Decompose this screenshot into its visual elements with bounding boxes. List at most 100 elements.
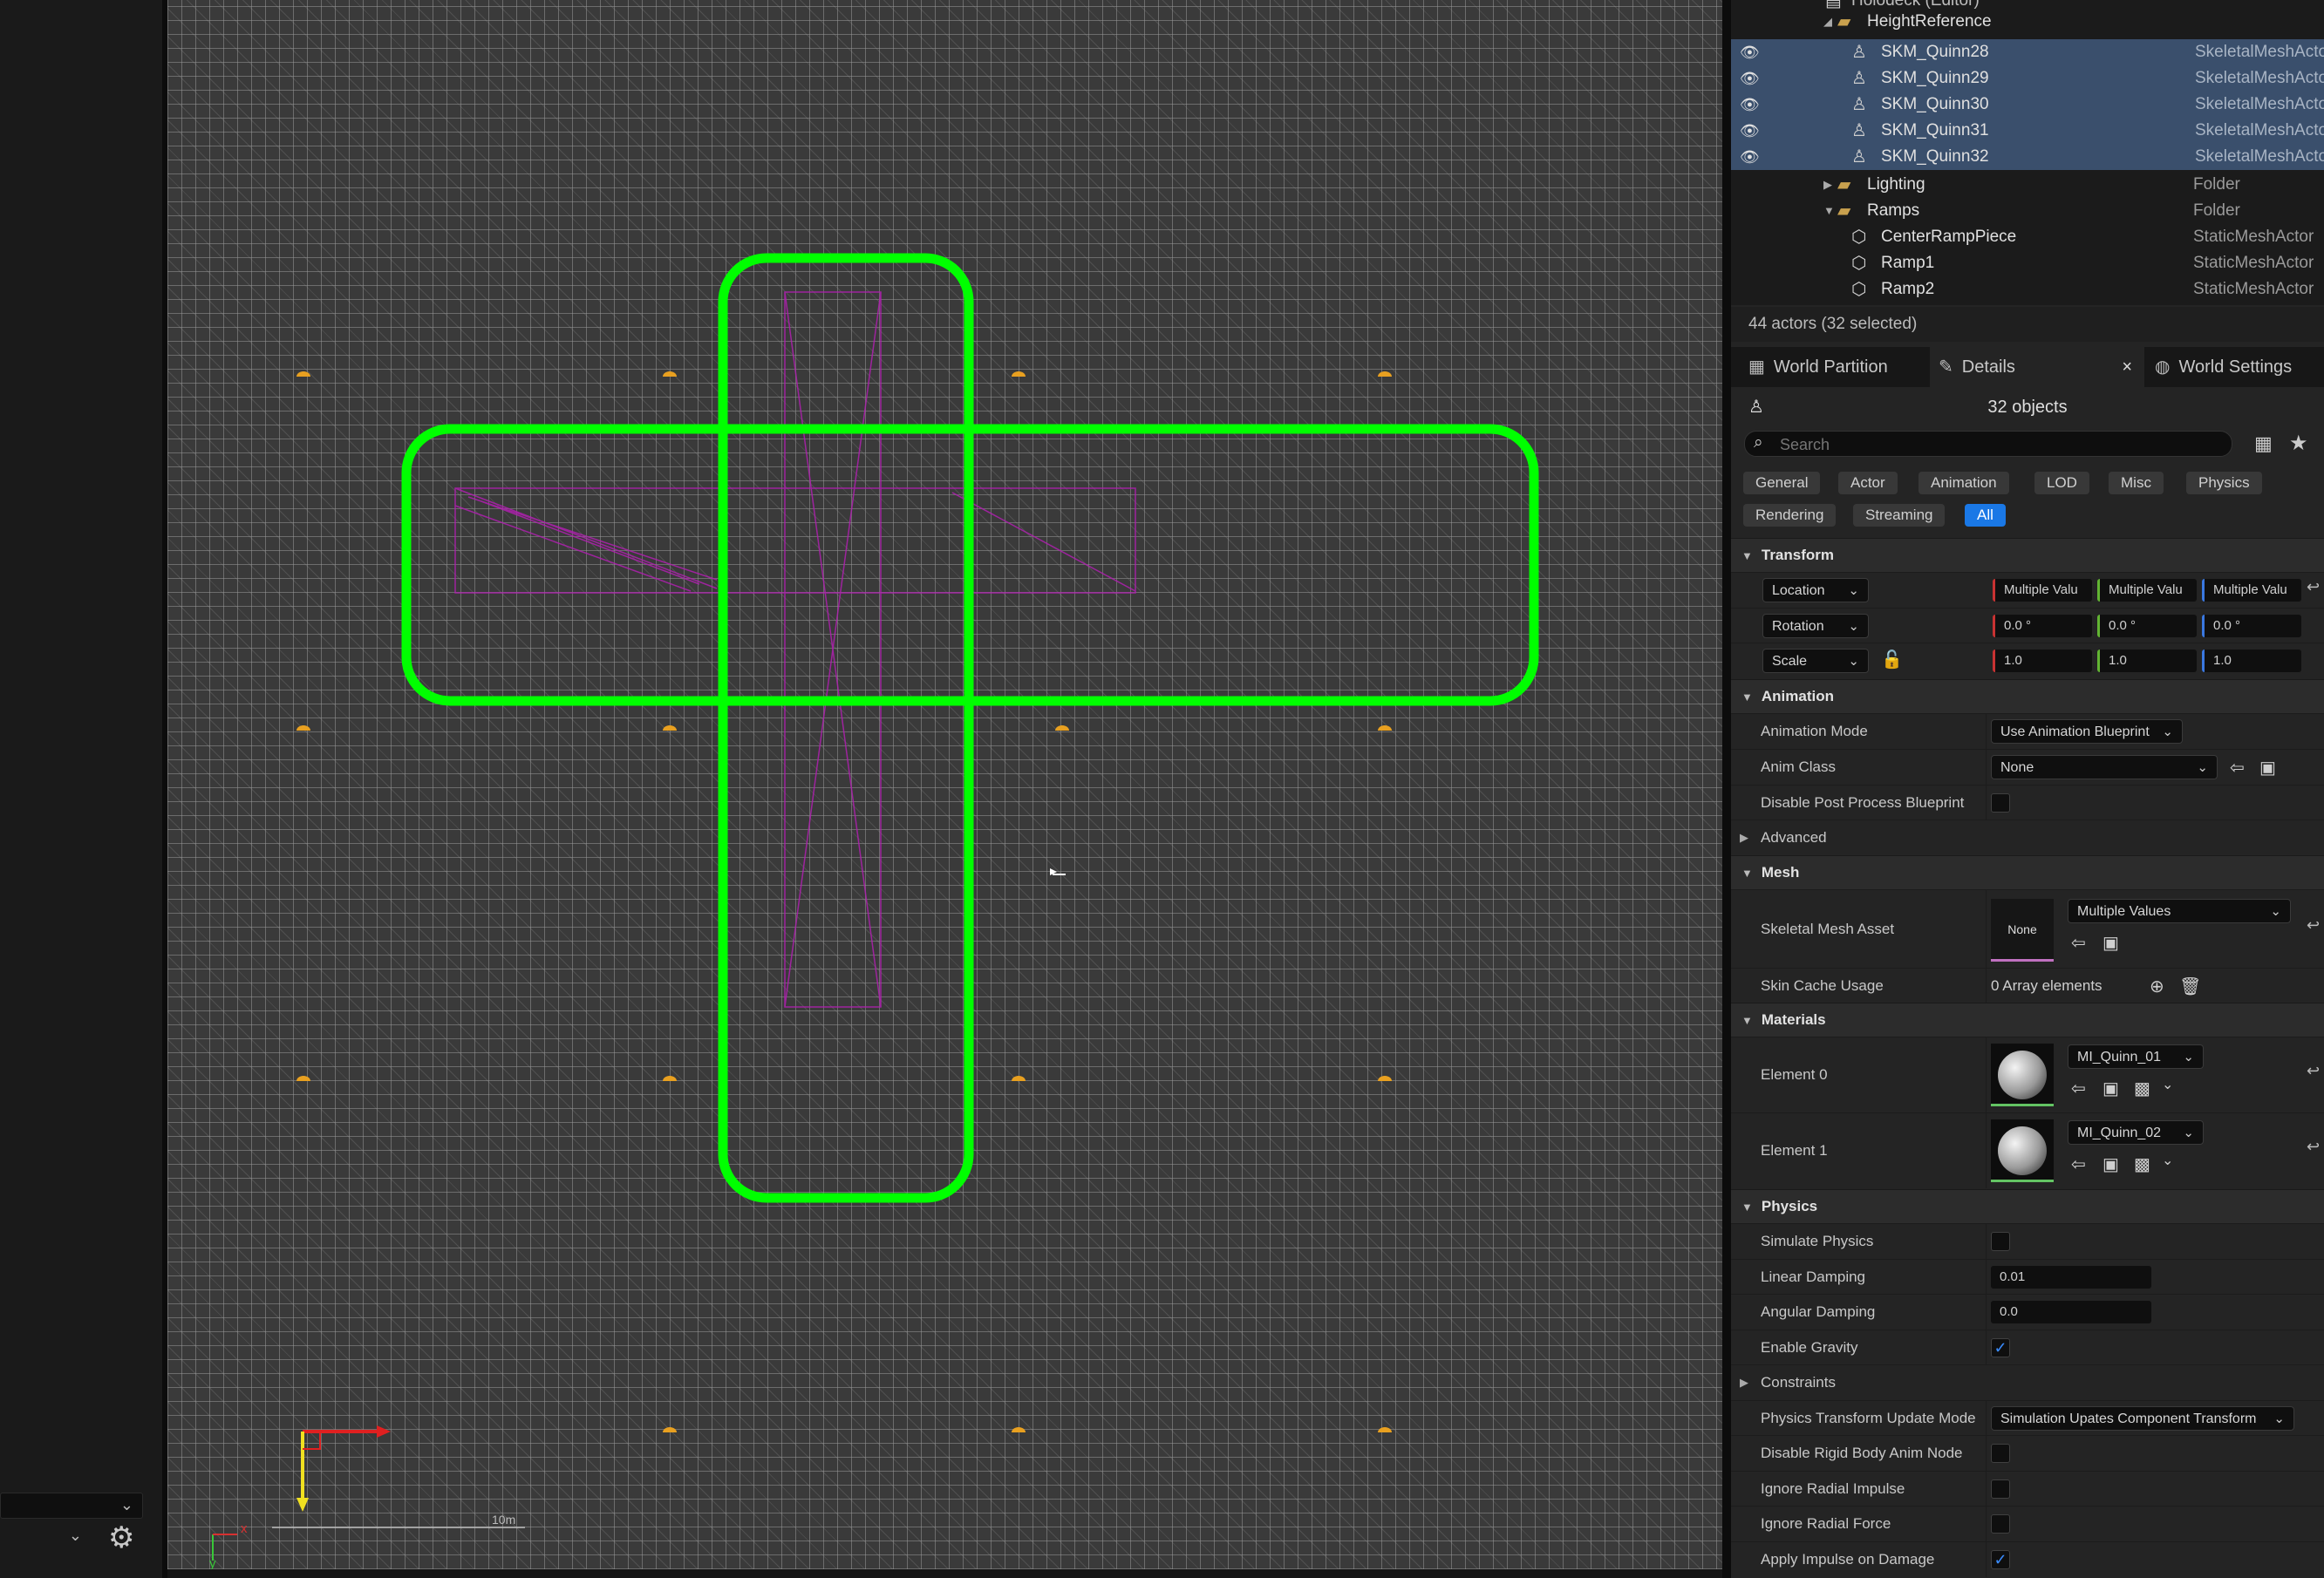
filter-general[interactable]: General (1743, 472, 1821, 494)
actor-marker[interactable] (663, 725, 677, 731)
outliner-row-actor[interactable]: 👁 ♙ SKM_Quinn28 SkeletalMeshActor (1731, 39, 2324, 65)
tab-world-partition[interactable]: ▦ World Partition (1740, 347, 1923, 387)
outliner-row-folder[interactable]: ▼ ▰ Ramps Folder (1731, 198, 2324, 224)
outliner-row-folder[interactable]: ◢ ▰ HeightReference (1731, 9, 2324, 35)
tab-details[interactable]: ✎ Details × (1930, 347, 2144, 387)
actor-marker[interactable] (296, 725, 310, 731)
reset-arrow-icon[interactable]: ↩ (2307, 1062, 2320, 1080)
eye-icon[interactable]: 👁 (1740, 65, 1760, 92)
location-x-field[interactable]: Multiple Valu (1993, 579, 2092, 602)
trash-icon[interactable]: 🗑 (2179, 976, 2201, 997)
filter-all[interactable]: All (1965, 504, 2006, 527)
eye-icon[interactable]: 👁 (1740, 118, 1760, 144)
rotation-z-field[interactable]: 0.0 ° (2202, 615, 2301, 637)
property-matrix-icon[interactable]: ▦ (2254, 432, 2273, 455)
expand-arrow-icon[interactable]: ▶ (1823, 172, 1832, 198)
actor-marker[interactable] (1378, 725, 1392, 731)
section-materials[interactable]: ▼ Materials (1731, 1003, 2324, 1037)
enable-gravity-checkbox[interactable]: ✓ (1991, 1338, 2010, 1357)
use-selected-icon[interactable]: ⇦ (2071, 1153, 2086, 1175)
eye-icon[interactable]: 👁 (1740, 39, 1760, 65)
use-selected-icon[interactable]: ⇦ (2071, 1078, 2086, 1099)
reset-arrow-icon[interactable]: ↩ (2307, 578, 2320, 596)
scale-y-field[interactable]: 1.0 (2097, 650, 2197, 672)
rotation-mode-dropdown[interactable]: Rotation ⌄ (1762, 614, 1869, 638)
outliner-row-actor[interactable]: 👁 ♙ SKM_Quinn29 SkeletalMeshActor (1731, 65, 2324, 92)
outliner-row-actor[interactable]: 👁 ♙ SKM_Quinn30 SkeletalMeshActor (1731, 92, 2324, 118)
location-z-field[interactable]: Multiple Valu (2202, 579, 2301, 602)
use-selected-icon[interactable]: ⇦ (2230, 757, 2245, 779)
outliner-row-actor[interactable]: ⬡ Ramp2 StaticMeshActor (1731, 276, 2324, 303)
search-input[interactable] (1778, 434, 2218, 455)
actor-marker[interactable] (1055, 725, 1069, 731)
actor-marker[interactable] (663, 1076, 677, 1081)
ignore-radial-force-checkbox[interactable] (1991, 1514, 2010, 1534)
location-y-field[interactable]: Multiple Valu (2097, 579, 2197, 602)
eye-icon[interactable]: 👁 (1740, 144, 1760, 170)
section-animation[interactable]: ▼ Animation (1731, 679, 2324, 713)
chevron-down-icon[interactable]: ⌄ (2162, 1076, 2173, 1093)
filter-streaming[interactable]: Streaming (1853, 504, 1946, 527)
collapse-arrow-icon[interactable]: ◢ (1823, 9, 1832, 35)
section-mesh[interactable]: ▼ Mesh (1731, 855, 2324, 889)
left-dropdown-2[interactable]: ⌄ (0, 1524, 91, 1550)
actor-marker[interactable] (1378, 1427, 1392, 1432)
actor-marker[interactable] (296, 371, 310, 377)
outliner-row-actor[interactable]: 👁 ♙ SKM_Quinn31 SkeletalMeshActor (1731, 118, 2324, 144)
actor-marker[interactable] (663, 371, 677, 377)
apply-impulse-checkbox[interactable]: ✓ (1991, 1550, 2010, 1569)
disable-rigid-body-checkbox[interactable] (1991, 1444, 2010, 1463)
browse-icon[interactable]: ▣ (2259, 757, 2276, 779)
angular-damping-field[interactable]: 0.0 (1991, 1301, 2151, 1323)
outliner-row-actor[interactable]: 👁 ♙ SKM_Quinn32 SkeletalMeshActor (1731, 144, 2324, 170)
property-constraints[interactable]: ▶ Constraints (1731, 1364, 2324, 1400)
mesh-thumbnail[interactable]: None (1991, 899, 2054, 962)
panel-splitter[interactable] (1722, 0, 1731, 1578)
animation-mode-dropdown[interactable]: Use Animation Blueprint ⌄ (1991, 719, 2183, 744)
transform-gizmo[interactable] (296, 1425, 391, 1512)
actor-marker[interactable] (1378, 1076, 1392, 1081)
disable-pp-checkbox[interactable] (1991, 793, 2010, 813)
texture-icon[interactable]: ▩ (2134, 1078, 2150, 1099)
browse-icon[interactable]: ▣ (2103, 1153, 2119, 1175)
star-icon[interactable]: ★ (2289, 431, 2308, 456)
scale-mode-dropdown[interactable]: Scale ⌄ (1762, 649, 1869, 673)
ignore-radial-impulse-checkbox[interactable] (1991, 1479, 2010, 1499)
section-transform[interactable]: ▼ Transform (1731, 538, 2324, 572)
actor-marker[interactable] (1012, 1076, 1026, 1081)
browse-icon[interactable]: ▣ (2103, 932, 2119, 954)
use-selected-icon[interactable]: ⇦ (2071, 932, 2086, 954)
actor-marker[interactable] (1012, 371, 1026, 377)
actor-marker[interactable] (1012, 1427, 1026, 1432)
left-dropdown-1[interactable]: ⌄ (0, 1493, 143, 1519)
material-thumbnail[interactable] (1991, 1044, 2054, 1106)
details-search[interactable]: ⌕ (1744, 431, 2232, 457)
mesh-asset-dropdown[interactable]: Multiple Values ⌄ (2068, 899, 2291, 923)
add-element-icon[interactable]: ⊕ (2150, 976, 2164, 997)
chevron-down-icon[interactable]: ⌄ (2162, 1152, 2173, 1169)
actor-marker[interactable] (663, 1427, 677, 1432)
lock-icon[interactable]: 🔓 (1881, 649, 1903, 670)
close-icon[interactable]: × (2122, 347, 2132, 387)
scale-z-field[interactable]: 1.0 (2202, 650, 2301, 672)
browse-icon[interactable]: ▣ (2103, 1078, 2119, 1099)
eye-icon[interactable]: 👁 (1740, 92, 1760, 118)
simulate-physics-checkbox[interactable] (1991, 1232, 2010, 1251)
gear-icon[interactable]: ⚙ (108, 1520, 134, 1555)
outliner-row-folder[interactable]: ▶ ▰ Lighting Folder (1731, 172, 2324, 198)
tab-world-settings[interactable]: ◍ World Settings (2146, 347, 2324, 387)
actor-marker[interactable] (1378, 371, 1392, 377)
outliner-row-actor[interactable]: ⬡ Ramp1 StaticMeshActor (1731, 250, 2324, 276)
material-0-dropdown[interactable]: MI_Quinn_01 ⌄ (2068, 1044, 2204, 1069)
level-viewport[interactable]: 10m x y (167, 0, 1722, 1569)
filter-animation[interactable]: Animation (1918, 472, 2009, 494)
filter-misc[interactable]: Misc (2109, 472, 2164, 494)
linear-damping-field[interactable]: 0.01 (1991, 1266, 2151, 1289)
filter-lod[interactable]: LOD (2034, 472, 2089, 494)
transform-update-dropdown[interactable]: Simulation Upates Component Transform ⌄ (1991, 1406, 2294, 1431)
property-advanced[interactable]: ▶ Advanced (1731, 820, 2324, 855)
rotation-y-field[interactable]: 0.0 ° (2097, 615, 2197, 637)
collapse-arrow-icon[interactable]: ▼ (1823, 198, 1835, 224)
scale-x-field[interactable]: 1.0 (1993, 650, 2092, 672)
section-physics[interactable]: ▼ Physics (1731, 1189, 2324, 1223)
